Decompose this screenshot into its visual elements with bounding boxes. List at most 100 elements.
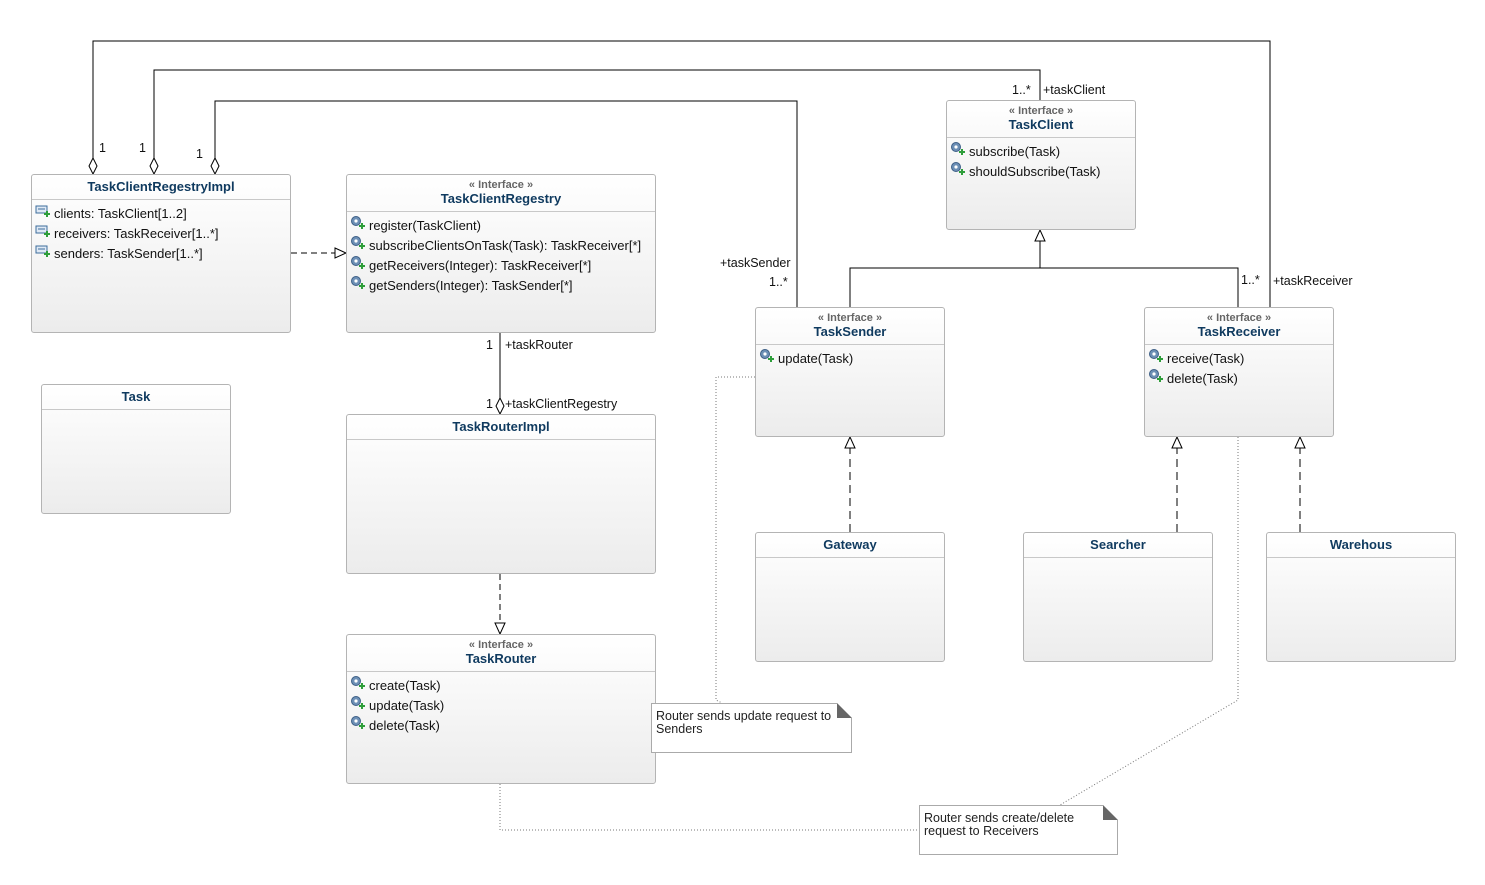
class-header: TaskClientRegestryImpl — [32, 175, 290, 200]
class-header: Warehous — [1267, 533, 1455, 558]
operation-icon — [350, 715, 369, 737]
class-header: « Interface » TaskClient — [947, 101, 1135, 138]
note-senders: Router sends update request to Senders — [651, 703, 852, 753]
class-name: Task — [121, 389, 151, 404]
attribute-icon — [35, 203, 54, 225]
multiplicity-label: 1 — [486, 397, 493, 411]
operation-icon — [950, 161, 969, 183]
operation-icon — [350, 695, 369, 717]
member-text: subscribeClientsOnTask(Task): TaskReceiv… — [369, 238, 642, 253]
operation[interactable]: update(Task) — [350, 696, 655, 716]
note-text: Router sends create/delete request to Re… — [924, 811, 1075, 838]
class-header: Searcher — [1024, 533, 1212, 558]
note-link-router — [499, 784, 919, 831]
class-name: TaskClientRegestryImpl — [87, 179, 235, 194]
class-task-router[interactable]: « Interface » TaskRouter create(Task) updat… — [346, 634, 656, 784]
class-header: TaskRouterImpl — [347, 415, 655, 440]
class-name: TaskRouterImpl — [452, 419, 550, 434]
stereotype: « Interface » — [468, 639, 534, 651]
class-header: « Interface » TaskClientRegestry — [347, 175, 655, 212]
attribute[interactable]: receivers: TaskReceiver[1..*] — [35, 224, 290, 244]
class-members: subscribe(Task) shouldSubscribe(Task) — [947, 138, 1135, 182]
class-name: TaskClient — [1008, 117, 1074, 132]
class-members: create(Task) update(Task) delete(Task) — [347, 672, 655, 736]
operation[interactable]: getSenders(Integer): TaskSender[*] — [350, 276, 655, 296]
aggregation-clients — [154, 69, 1041, 174]
operation[interactable]: create(Task) — [350, 676, 655, 696]
class-members — [1267, 558, 1455, 562]
class-name: Warehous — [1329, 537, 1393, 552]
attribute[interactable]: clients: TaskClient[1..2] — [35, 204, 290, 224]
role-label: +taskRouter — [505, 338, 573, 352]
class-members — [756, 558, 944, 562]
class-header: « Interface » TaskSender — [756, 308, 944, 345]
uml-class-diagram: TaskClientRegestryImpl clients: TaskClien… — [0, 0, 1485, 885]
class-header: Task — [42, 385, 230, 410]
operation[interactable]: shouldSubscribe(Task) — [950, 162, 1135, 182]
operation-icon — [950, 141, 969, 163]
operation[interactable]: getReceivers(Integer): TaskReceiver[*] — [350, 256, 655, 276]
class-name: TaskRouter — [465, 651, 537, 666]
operation[interactable]: subscribeClientsOnTask(Task): TaskReceiv… — [350, 236, 655, 256]
member-text: getReceivers(Integer): TaskReceiver[*] — [369, 258, 592, 273]
operation[interactable]: delete(Task) — [350, 716, 655, 736]
class-members — [1024, 558, 1212, 562]
class-task[interactable]: Task — [41, 384, 231, 514]
stereotype: « Interface » — [1206, 312, 1272, 324]
class-members: clients: TaskClient[1..2] receivers: Task… — [32, 200, 290, 264]
attribute-icon — [35, 223, 54, 245]
operation[interactable]: receive(Task) — [1148, 349, 1333, 369]
class-header: « Interface » TaskRouter — [347, 635, 655, 672]
operation[interactable]: subscribe(Task) — [950, 142, 1135, 162]
attribute[interactable]: senders: TaskSender[1..*] — [35, 244, 290, 264]
class-name: TaskReceiver — [1197, 324, 1281, 339]
member-text: update(Task) — [369, 698, 445, 713]
operation-icon — [1148, 348, 1167, 370]
member-text: subscribe(Task) — [969, 144, 1061, 159]
class-header: « Interface » TaskReceiver — [1145, 308, 1333, 345]
member-text: receive(Task) — [1167, 351, 1245, 366]
class-warehous[interactable]: Warehous — [1266, 532, 1456, 662]
class-name: Gateway — [823, 537, 877, 552]
member-text: delete(Task) — [1167, 371, 1238, 386]
operation[interactable]: update(Task) — [759, 349, 944, 369]
class-searcher[interactable]: Searcher — [1023, 532, 1213, 662]
class-gateway[interactable]: Gateway — [755, 532, 945, 662]
class-header: Gateway — [756, 533, 944, 558]
class-members — [42, 410, 230, 414]
operation[interactable]: register(TaskClient) — [350, 216, 655, 236]
stereotype: « Interface » — [817, 312, 883, 324]
multiplicity-label: 1 — [139, 141, 146, 155]
member-text: register(TaskClient) — [369, 218, 481, 233]
member-text: create(Task) — [369, 678, 441, 693]
note-link-sender — [715, 376, 755, 704]
class-task-client[interactable]: « Interface » TaskClient subscribe(Task) sh… — [946, 100, 1136, 230]
role-label: +taskReceiver — [1273, 274, 1353, 288]
class-task-receiver[interactable]: « Interface » TaskReceiver receive(Task) de… — [1144, 307, 1334, 437]
member-text: shouldSubscribe(Task) — [969, 164, 1101, 179]
multiplicity-label: 1..* — [1012, 83, 1031, 97]
role-label: +taskSender — [720, 256, 791, 270]
operation-icon — [350, 675, 369, 697]
member-text: getSenders(Integer): TaskSender[*] — [369, 278, 573, 293]
member-text: delete(Task) — [369, 718, 440, 733]
class-members: receive(Task) delete(Task) — [1145, 345, 1333, 389]
role-label: +taskClient — [1043, 83, 1106, 97]
class-name: Searcher — [1090, 537, 1146, 552]
operation[interactable]: delete(Task) — [1148, 369, 1333, 389]
class-task-router-impl[interactable]: TaskRouterImpl — [346, 414, 656, 574]
member-text: clients: TaskClient[1..2] — [54, 206, 187, 221]
class-name: TaskClientRegestry — [440, 191, 562, 206]
class-name: TaskSender — [813, 324, 887, 339]
class-members: update(Task) — [756, 345, 944, 369]
class-task-client-regestry-impl[interactable]: TaskClientRegestryImpl clients: TaskClien… — [31, 174, 291, 333]
multiplicity-label: 1 — [196, 147, 203, 161]
operation-icon — [350, 275, 369, 297]
note-text: Router sends update request to Senders — [656, 709, 832, 736]
role-label: +taskClientRegestry — [505, 397, 618, 411]
class-task-sender[interactable]: « Interface » TaskSender update(Task) — [755, 307, 945, 437]
member-text: senders: TaskSender[1..*] — [54, 246, 203, 261]
generalization-receiver — [1034, 228, 1239, 307]
class-task-client-regestry[interactable]: « Interface » TaskClientRegestry register(… — [346, 174, 656, 333]
class-members — [347, 440, 655, 444]
